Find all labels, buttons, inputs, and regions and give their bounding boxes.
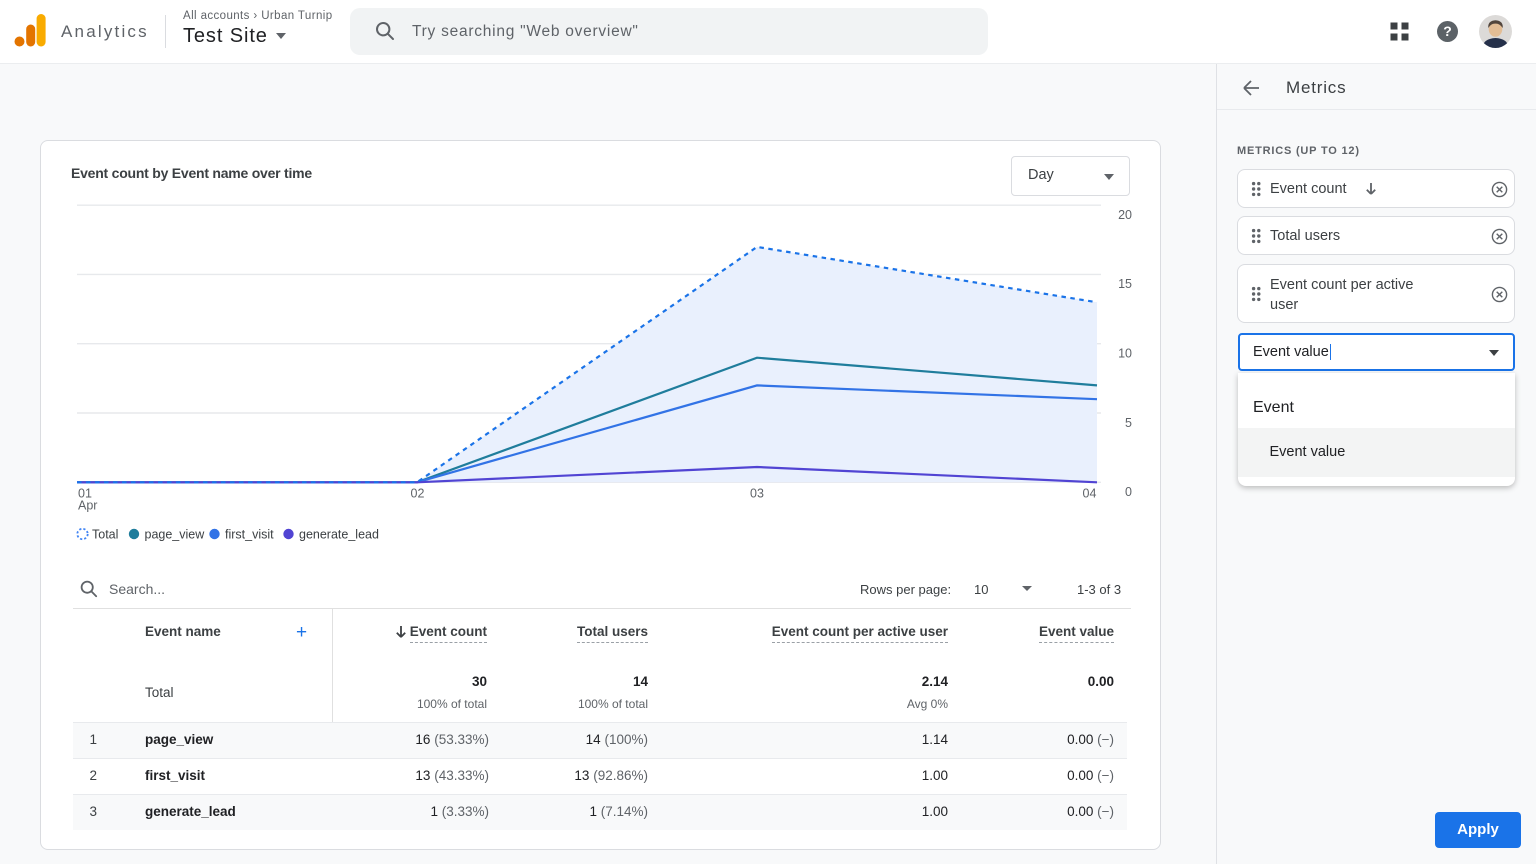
svg-text:5: 5 [1125, 416, 1132, 430]
svg-text:generate_lead: generate_lead [299, 527, 379, 541]
svg-text:20: 20 [1118, 208, 1132, 222]
svg-text:10: 10 [1118, 347, 1132, 361]
svg-text:04: 04 [1083, 487, 1097, 501]
svg-text:02: 02 [411, 487, 425, 501]
svg-text:03: 03 [750, 487, 764, 501]
svg-text:0: 0 [1125, 485, 1132, 499]
svg-text:15: 15 [1118, 277, 1132, 291]
svg-text:first_visit: first_visit [225, 527, 274, 541]
svg-text:Apr: Apr [78, 499, 97, 513]
svg-text:page_view: page_view [145, 527, 206, 541]
svg-text:Total: Total [92, 527, 118, 541]
